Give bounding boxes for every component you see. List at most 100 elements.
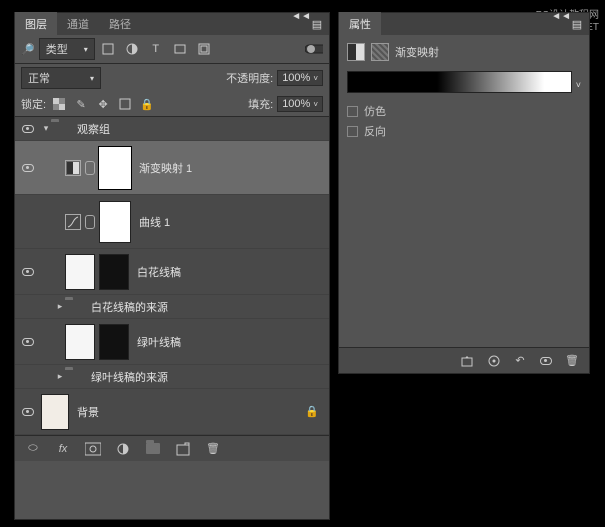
lock-position-icon[interactable]: ✥: [94, 95, 112, 113]
blend-mode-value: 正常: [28, 70, 50, 86]
layer-whiteflower[interactable]: 白花线稿: [15, 249, 329, 295]
layers-footer: ⬭ fx 🗑: [15, 435, 329, 461]
chevron-down-icon: ˅: [313, 74, 318, 83]
visibility-toggle[interactable]: [22, 338, 34, 346]
lock-row: 锁定: ✎ ✥ 🔒 填充: 100% ˅: [15, 92, 329, 116]
blend-row: 正常 ▾ 不透明度: 100% ˅: [15, 64, 329, 92]
layer-list: ▾ 观察组 渐变映射 1 曲线 1: [15, 117, 329, 435]
fill-input[interactable]: 100% ˅: [277, 96, 323, 112]
tab-paths[interactable]: 路径: [99, 12, 141, 36]
filter-toggle-switch[interactable]: [305, 40, 323, 58]
mask-icon[interactable]: [371, 43, 389, 61]
opacity-input[interactable]: 100% ˅: [277, 70, 323, 86]
collapse-icon[interactable]: ◄◄: [291, 11, 311, 22]
curves-adjust-icon: [65, 214, 81, 230]
lock-transparent-icon[interactable]: [50, 95, 68, 113]
visibility-toggle[interactable]: [22, 408, 34, 416]
layer-thumb[interactable]: [41, 394, 69, 430]
twirl-right-icon[interactable]: ▸: [55, 301, 65, 312]
layer-name[interactable]: 渐变映射 1: [139, 160, 192, 176]
link-icon[interactable]: [85, 161, 95, 175]
new-adjustment-icon[interactable]: [113, 440, 133, 458]
panel-menu-icon[interactable]: ▤: [309, 18, 325, 31]
layer-name[interactable]: 绿叶线稿: [137, 334, 181, 350]
opacity-label: 不透明度:: [226, 70, 273, 86]
previous-state-icon[interactable]: [485, 352, 503, 370]
dither-checkbox-row[interactable]: 仿色: [347, 103, 581, 119]
lock-icon[interactable]: 🔒: [303, 403, 321, 421]
blend-mode-select[interactable]: 正常 ▾: [21, 67, 101, 89]
filter-kind-label: 类型: [46, 41, 68, 57]
panel-menu-icon[interactable]: ▤: [569, 18, 585, 31]
filter-shape-icon[interactable]: [171, 40, 189, 58]
layer-greenleaf[interactable]: 绿叶线稿: [15, 319, 329, 365]
layer-name[interactable]: 白花线稿: [137, 264, 181, 280]
checkbox-icon[interactable]: [347, 106, 358, 117]
dither-label: 仿色: [364, 103, 386, 119]
layers-panel: ◄◄ 图层 通道 路径 ▤ 🔎 类型 ▾ T 正常 ▾ 不透明度: 100%: [14, 12, 330, 520]
delete-icon[interactable]: 🗑: [563, 352, 581, 370]
tab-properties[interactable]: 属性: [339, 12, 381, 36]
layer-background[interactable]: 背景 🔒: [15, 389, 329, 435]
gradient-picker-chevron[interactable]: ˅: [576, 80, 581, 90]
layer-name[interactable]: 背景: [77, 404, 99, 420]
filter-kind-select[interactable]: 类型 ▾: [39, 38, 95, 60]
opacity-value: 100%: [282, 72, 310, 84]
layer-group-whiteflower-src[interactable]: ▸ 白花线稿的来源: [15, 295, 329, 319]
layer-curves[interactable]: 曲线 1: [15, 195, 329, 249]
filter-row: 🔎 类型 ▾ T: [15, 35, 329, 63]
gradient-preview[interactable]: [347, 71, 572, 93]
tab-channels[interactable]: 通道: [57, 12, 99, 36]
lock-all-icon[interactable]: 🔒: [138, 95, 156, 113]
link-icon[interactable]: [85, 215, 95, 229]
collapse-icon[interactable]: ◄◄: [551, 11, 571, 22]
layer-name[interactable]: 绿叶线稿的来源: [91, 369, 168, 385]
gradientmap-adjust-icon: [65, 160, 81, 176]
properties-title: 渐变映射: [395, 44, 439, 60]
reverse-label: 反向: [364, 123, 386, 139]
new-group-icon[interactable]: [143, 440, 163, 458]
layer-mask-thumb[interactable]: [99, 201, 131, 243]
layer-mask-thumb[interactable]: [99, 147, 131, 189]
layer-thumb[interactable]: [65, 324, 95, 360]
layers-tab-bar: 图层 通道 路径 ▤: [15, 13, 329, 35]
layer-name[interactable]: 观察组: [77, 121, 110, 137]
lock-label: 锁定:: [21, 96, 46, 112]
link-layers-icon[interactable]: ⬭: [23, 440, 43, 458]
toggle-visibility-icon[interactable]: [537, 352, 555, 370]
reset-icon[interactable]: ↶: [511, 352, 529, 370]
lock-artboard-icon[interactable]: [116, 95, 134, 113]
search-icon: 🔎: [21, 43, 35, 56]
filter-smart-icon[interactable]: [195, 40, 213, 58]
properties-panel: ◄◄ 属性 ▤ 渐变映射 ˅ 仿色 反向 ↶ 🗑: [338, 12, 590, 374]
clip-to-layer-icon[interactable]: [459, 352, 477, 370]
new-layer-icon[interactable]: [173, 440, 193, 458]
reverse-checkbox-row[interactable]: 反向: [347, 123, 581, 139]
delete-icon[interactable]: 🗑: [203, 440, 223, 458]
layer-mask-thumb[interactable]: [99, 254, 129, 290]
layer-gradient-map[interactable]: 渐变映射 1: [15, 141, 329, 195]
layer-group[interactable]: ▾ 观察组: [15, 117, 329, 141]
twirl-right-icon[interactable]: ▸: [55, 371, 65, 382]
layer-group-greenleaf-src[interactable]: ▸ 绿叶线稿的来源: [15, 365, 329, 389]
tab-layers[interactable]: 图层: [15, 12, 57, 36]
twirl-down-icon[interactable]: ▾: [41, 123, 51, 134]
chevron-down-icon: ˅: [313, 100, 318, 109]
lock-pixels-icon[interactable]: ✎: [72, 95, 90, 113]
visibility-toggle[interactable]: [22, 268, 34, 276]
checkbox-icon[interactable]: [347, 126, 358, 137]
properties-footer: ↶ 🗑: [339, 347, 589, 373]
layer-name[interactable]: 白花线稿的来源: [91, 299, 168, 315]
filter-adjust-icon[interactable]: [123, 40, 141, 58]
visibility-toggle[interactable]: [22, 125, 34, 133]
layer-name[interactable]: 曲线 1: [139, 214, 170, 230]
layer-mask-thumb[interactable]: [99, 324, 129, 360]
fill-value: 100%: [282, 98, 310, 110]
filter-type-icon[interactable]: T: [147, 40, 165, 58]
adjustment-type-icon: [347, 43, 365, 61]
fx-icon[interactable]: fx: [53, 440, 73, 458]
layer-thumb[interactable]: [65, 254, 95, 290]
visibility-toggle[interactable]: [22, 164, 34, 172]
filter-pixel-icon[interactable]: [99, 40, 117, 58]
add-mask-icon[interactable]: [83, 440, 103, 458]
